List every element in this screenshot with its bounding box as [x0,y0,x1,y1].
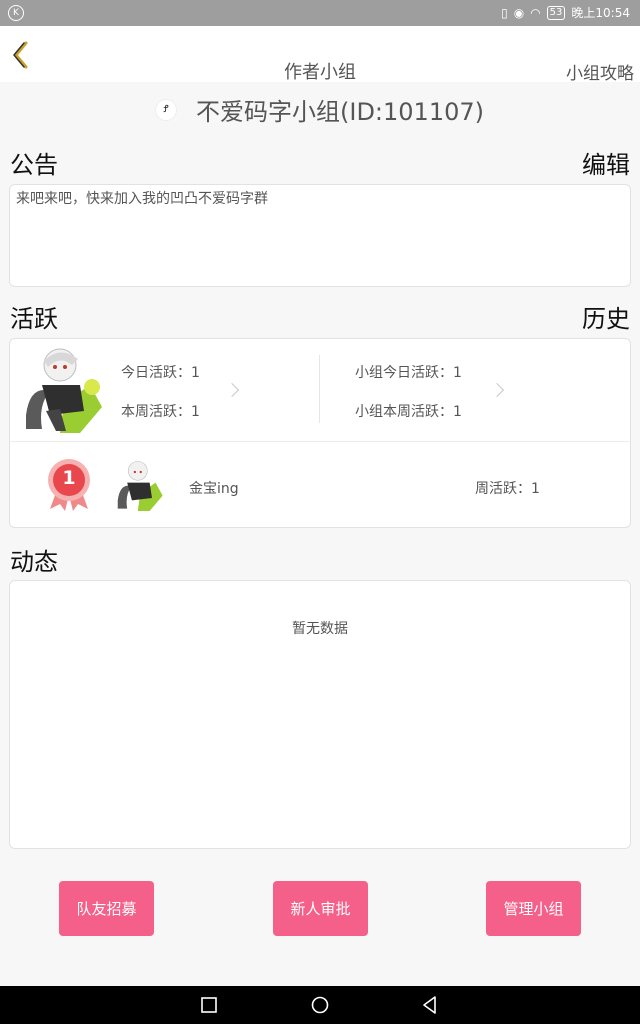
divider [319,355,320,423]
status-time: 晚上10:54 [571,6,630,20]
ranked-user-week-active: 周活跃：1 [475,481,540,497]
eye-icon: ◉ [513,5,525,20]
navigation-bar [0,986,640,1024]
wifi-icon: ◠ [530,5,541,20]
week-active: 本周活跃：1 [121,404,200,420]
vibrate-icon: ▯ [501,5,508,20]
group-avatar-icon: Ꝭ [156,99,176,120]
activity-section-label: 活跃 [10,305,58,333]
group-heading: Ꝭ 不爱码字小组(ID:101107) [0,92,640,126]
ranked-user-avatar[interactable] [113,459,165,511]
home-icon[interactable] [310,995,330,1015]
battery-icon: 53 [546,5,566,20]
group-name: 不爱码字小组(ID:101107) [196,98,484,126]
manage-group-button[interactable]: 管理小组 [486,881,581,936]
user-avatar[interactable] [20,345,104,433]
group-week-active: 小组本周活跃：1 [355,404,462,420]
rank-number: 1 [62,467,76,489]
edit-notice-button[interactable]: 编辑 [582,145,630,180]
recent-apps-icon[interactable] [200,996,218,1014]
recruit-teammates-button[interactable]: 队友招募 [59,881,154,936]
status-bar: K ▯ ◉ ◠ 53 晚上10:54 [0,0,640,26]
divider [10,441,630,442]
notice-section-label: 公告 [10,151,58,179]
back-nav-icon[interactable] [421,995,439,1015]
group-guide-link[interactable]: 小组攻略 [566,59,634,84]
page-title: 作者小组 [284,62,356,83]
approve-newcomers-button[interactable]: 新人审批 [273,881,368,936]
notice-text: 来吧来吧，快来加入我的凹凸不爱码字群 [16,191,268,207]
dynamics-section-label: 动态 [10,548,58,576]
app-notification-icon: K [8,5,24,21]
status-icons: ▯ ◉ ◠ 53 晚上10:54 [501,4,630,21]
empty-state-text: 暂无数据 [292,621,348,637]
group-today-active: 小组今日活跃：1 [355,365,462,381]
ranked-user-name: 金宝ing [189,481,239,497]
today-active: 今日活跃：1 [121,365,200,381]
history-button[interactable]: 历史 [582,299,630,334]
